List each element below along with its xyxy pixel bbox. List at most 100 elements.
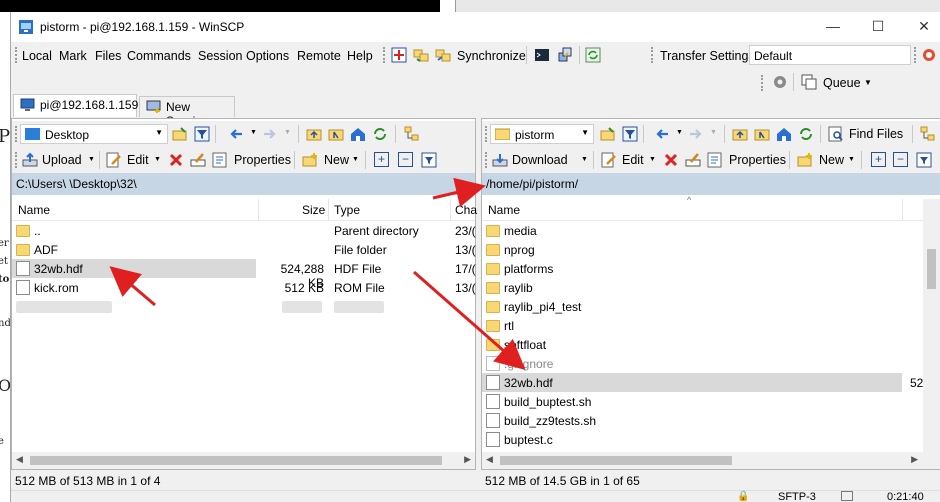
column-name[interactable]: Name bbox=[488, 203, 520, 217]
filter-icon[interactable] bbox=[622, 126, 638, 142]
scroll-left-icon[interactable]: ◀ bbox=[486, 454, 493, 465]
remote-vertical-scrollbar[interactable] bbox=[923, 199, 940, 454]
open-directory-icon[interactable] bbox=[172, 126, 188, 142]
list-item[interactable]: raylib bbox=[482, 278, 925, 297]
properties-button[interactable]: Properties bbox=[234, 153, 291, 167]
back-arrow-icon[interactable] bbox=[654, 126, 670, 142]
rename-icon[interactable] bbox=[190, 152, 206, 168]
toolbar-grip[interactable] bbox=[651, 47, 654, 63]
transfer-settings-icon[interactable] bbox=[921, 47, 937, 63]
list-item-selected[interactable]: 32wb.hdf bbox=[12, 259, 256, 278]
list-item[interactable]: softfloat bbox=[482, 335, 925, 354]
properties-icon[interactable] bbox=[707, 152, 723, 168]
new-folder-icon[interactable] bbox=[797, 152, 813, 168]
forward-arrow-icon[interactable] bbox=[688, 126, 704, 142]
chevron-down-icon[interactable]: ▼ bbox=[352, 156, 359, 163]
properties-button[interactable]: Properties bbox=[729, 153, 786, 167]
list-item[interactable]: .. Parent directory 23/( bbox=[12, 221, 476, 240]
menu-session[interactable]: Session bbox=[198, 49, 242, 63]
transfer-settings-dropdown[interactable]: Default bbox=[749, 45, 911, 65]
scrollbar-thumb[interactable] bbox=[30, 456, 442, 465]
menu-help[interactable]: Help bbox=[347, 49, 373, 63]
refresh-icon[interactable] bbox=[798, 126, 814, 142]
upload-button[interactable]: Upload bbox=[42, 153, 82, 167]
menu-local[interactable]: Local bbox=[22, 49, 52, 63]
download-icon[interactable] bbox=[492, 152, 508, 168]
find-files-button[interactable]: Find Files bbox=[849, 127, 903, 141]
chevron-down-icon[interactable]: ▼ bbox=[848, 156, 855, 163]
chevron-down-icon[interactable]: ▼ bbox=[88, 156, 95, 163]
list-item[interactable]: build_buptest.sh bbox=[482, 392, 925, 411]
toolbar-grip[interactable] bbox=[485, 152, 488, 168]
synchronize-button[interactable]: Synchronize bbox=[457, 49, 526, 63]
column-size[interactable]: Size bbox=[302, 203, 325, 217]
toolbar-grip[interactable] bbox=[383, 47, 386, 63]
tree-icon[interactable] bbox=[404, 126, 420, 142]
toolbar-grip[interactable] bbox=[485, 126, 488, 142]
refresh-icon[interactable] bbox=[585, 47, 601, 63]
menu-mark[interactable]: Mark bbox=[59, 49, 87, 63]
remote-horizontal-scrollbar[interactable]: ◀ ▶ bbox=[482, 452, 940, 469]
scroll-right-icon[interactable]: ▶ bbox=[464, 454, 471, 465]
queue-icon[interactable] bbox=[801, 74, 817, 90]
find-files-icon[interactable] bbox=[828, 126, 844, 142]
compare-directories-icon[interactable] bbox=[391, 47, 407, 63]
toolbar-grip[interactable] bbox=[761, 75, 764, 91]
putty-icon[interactable] bbox=[557, 47, 573, 63]
tab-session-pi[interactable]: pi@192.168.1.159 bbox=[13, 94, 138, 117]
list-item[interactable]: media bbox=[482, 221, 925, 240]
column-separator[interactable] bbox=[258, 199, 259, 221]
preferences-gear-icon[interactable] bbox=[772, 74, 788, 90]
download-button[interactable]: Download bbox=[512, 153, 568, 167]
scroll-left-icon[interactable]: ◀ bbox=[16, 454, 23, 465]
list-item[interactable]: rtl bbox=[482, 316, 925, 335]
scrollbar-thumb[interactable] bbox=[927, 249, 936, 289]
chevron-down-icon[interactable]: ▼ bbox=[649, 156, 656, 163]
rename-icon[interactable] bbox=[685, 152, 701, 168]
scroll-right-icon[interactable]: ▶ bbox=[911, 454, 918, 465]
list-item[interactable]: buptest.c bbox=[482, 430, 925, 449]
select-all-filter-icon[interactable] bbox=[421, 152, 437, 168]
edit-icon[interactable] bbox=[106, 152, 122, 168]
parent-directory-icon[interactable] bbox=[732, 126, 748, 142]
remote-location-dropdown[interactable]: pistorm ▼ bbox=[490, 124, 594, 144]
synchronize-browsing-icon[interactable] bbox=[413, 47, 429, 63]
console-icon[interactable] bbox=[534, 47, 550, 63]
home-icon[interactable] bbox=[350, 126, 366, 142]
root-directory-icon[interactable] bbox=[328, 126, 344, 142]
list-item-selected[interactable]: 32wb.hdf bbox=[482, 373, 902, 392]
list-item[interactable]: platforms bbox=[482, 259, 925, 278]
column-name[interactable]: Name bbox=[18, 203, 50, 217]
local-location-dropdown[interactable]: Desktop ▼ bbox=[20, 124, 168, 144]
refresh-icon[interactable] bbox=[372, 126, 388, 142]
list-item[interactable]: raylib_pi4_test bbox=[482, 297, 925, 316]
column-separator[interactable] bbox=[328, 199, 329, 221]
menu-remote[interactable]: Remote bbox=[297, 49, 341, 63]
list-item[interactable]: ADF File folder 13/( bbox=[12, 240, 476, 259]
home-icon[interactable] bbox=[776, 126, 792, 142]
chevron-down-icon[interactable]: ▼ bbox=[676, 129, 683, 136]
menu-options[interactable]: Options bbox=[246, 49, 289, 63]
minimize-icon[interactable]: — bbox=[823, 18, 843, 34]
chevron-down-icon[interactable]: ▼ bbox=[581, 156, 588, 163]
toolbar-grip[interactable] bbox=[15, 152, 18, 168]
local-horizontal-scrollbar[interactable]: ◀ ▶ bbox=[12, 452, 475, 469]
remote-path-bar[interactable]: /home/pi/pistorm/ bbox=[482, 173, 940, 195]
column-type[interactable]: Type bbox=[334, 203, 360, 217]
select-files-icon[interactable]: + bbox=[871, 152, 886, 167]
new-button[interactable]: New bbox=[819, 153, 844, 167]
new-button[interactable]: New bbox=[324, 153, 349, 167]
back-arrow-icon[interactable] bbox=[228, 126, 244, 142]
unselect-files-icon[interactable]: − bbox=[893, 152, 908, 167]
forward-arrow-icon[interactable] bbox=[262, 126, 278, 142]
toolbar-grip[interactable] bbox=[914, 47, 917, 63]
list-item[interactable]: kick.rom 512 KB ROM File 13/( bbox=[12, 278, 476, 297]
tree-icon[interactable] bbox=[920, 126, 936, 142]
edit-icon[interactable] bbox=[601, 152, 617, 168]
column-separator[interactable] bbox=[902, 199, 903, 221]
column-changed[interactable]: Cha bbox=[455, 203, 477, 217]
list-item[interactable]: .gitignore bbox=[482, 354, 925, 373]
edit-button[interactable]: Edit bbox=[622, 153, 644, 167]
toolbar-grip[interactable] bbox=[15, 126, 18, 142]
maximize-icon[interactable]: ☐ bbox=[868, 18, 888, 35]
